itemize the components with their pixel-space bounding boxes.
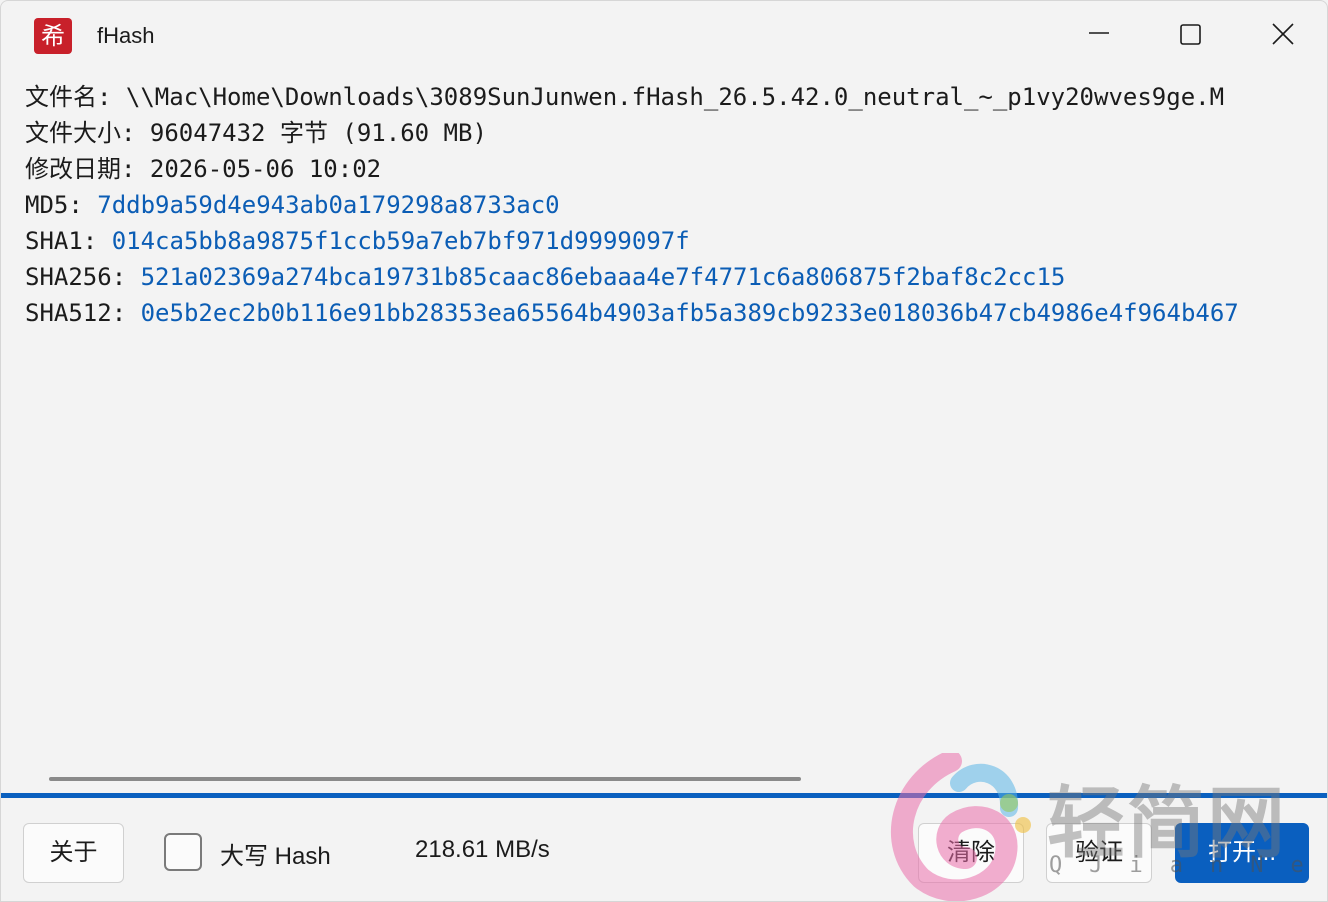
sha1-label: SHA1: [25,227,98,255]
window-title: fHash [97,23,155,48]
file-size-label: 文件大小: [25,119,136,147]
sha512-label: SHA512: [25,299,127,327]
uppercase-hash-checkbox[interactable] [164,833,202,871]
uppercase-hash-label[interactable]: 大写 Hash [220,836,331,871]
minimize-button[interactable] [1079,15,1119,55]
file-size-row: 文件大小: 96047432 字节 (91.60 MB) [25,115,1311,151]
hash-result-text[interactable]: 文件名: \\Mac\Home\Downloads\3089SunJunwen.… [25,79,1311,769]
verify-button[interactable]: 验证 [1046,823,1152,883]
close-button[interactable] [1263,15,1303,55]
file-name-value: \\Mac\Home\Downloads\3089SunJunwen.fHash… [125,83,1225,111]
file-name-row: 文件名: \\Mac\Home\Downloads\3089SunJunwen.… [25,79,1311,115]
speed-readout: 218.61 MB/s [415,836,550,863]
file-size-value: 96047432 字节 (91.60 MB) [149,119,487,147]
bottom-toolbar: 关于 大写 Hash 218.61 MB/s 清除 验证 打开... [1,798,1327,901]
sha256-value[interactable]: 521a02369a274bca19731b85caac86ebaaa4e7f4… [141,263,1066,291]
md5-value[interactable]: 7ddb9a59d4e943ab0a179298a8733ac0 [97,191,559,219]
clear-button[interactable]: 清除 [918,823,1024,883]
title-bar[interactable]: 希 fHash [1,1,1327,71]
sha1-row: SHA1: 014ca5bb8a9875f1ccb59a7eb7bf971d99… [25,223,1311,259]
sha256-row: SHA256: 521a02369a274bca19731b85caac86eb… [25,259,1311,295]
close-icon [1272,23,1294,45]
fhash-window: 希 fHash 文件名: \\Mac\Home\Downloads\3089Su… [0,0,1328,902]
app-logo-icon: 希 [34,18,72,54]
open-button[interactable]: 打开... [1175,823,1309,883]
maximize-button[interactable] [1171,15,1211,55]
modified-date-value: 2026-05-06 10:02 [149,155,382,183]
sha512-row: SHA512: 0e5b2ec2b0b116e91bb28353ea65564b… [25,295,1311,331]
file-name-label: 文件名: [25,83,112,111]
sha256-label: SHA256: [25,263,127,291]
md5-row: MD5: 7ddb9a59d4e943ab0a179298a8733ac0 [25,187,1311,223]
modified-date-label: 修改日期: [25,155,136,183]
maximize-icon [1180,24,1201,45]
sha1-value[interactable]: 014ca5bb8a9875f1ccb59a7eb7bf971d9999097f [112,227,690,255]
about-button[interactable]: 关于 [23,823,124,883]
modified-date-row: 修改日期: 2026-05-06 10:02 [25,151,1311,187]
md5-label: MD5: [25,191,83,219]
minimize-icon [1089,32,1109,34]
sha512-value[interactable]: 0e5b2ec2b0b116e91bb28353ea65564b4903afb5… [141,299,1239,327]
horizontal-scrollbar[interactable] [49,777,801,781]
